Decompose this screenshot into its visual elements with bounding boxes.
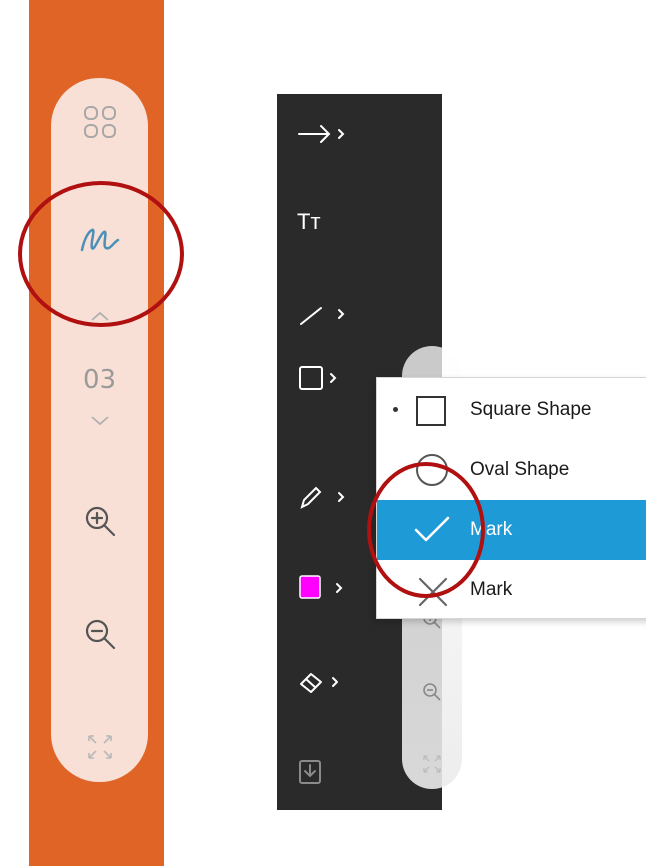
eraser-tool-icon[interactable] xyxy=(297,662,357,702)
fit-screen-icon[interactable] xyxy=(51,730,148,764)
text-tool-label: Tт xyxy=(297,209,321,234)
menu-item-square-shape[interactable]: Square Shape xyxy=(377,380,646,440)
line-tool-icon[interactable] xyxy=(297,294,357,334)
grid-icon[interactable] xyxy=(51,104,148,140)
text-tool-icon[interactable]: Tт xyxy=(297,202,357,242)
color-swatch-icon[interactable] xyxy=(297,568,357,608)
menu-item-label: Oval Shape xyxy=(470,459,570,480)
zoom-out-icon[interactable] xyxy=(51,614,148,654)
zoom-in-icon[interactable] xyxy=(51,501,148,541)
shape-tool-icon[interactable] xyxy=(297,358,357,398)
download-icon[interactable] xyxy=(297,752,357,792)
arrow-tool-icon[interactable] xyxy=(297,114,357,154)
chevron-down-icon[interactable] xyxy=(51,410,148,430)
menu-item-label: Mark xyxy=(470,579,513,600)
pencil-tool-icon[interactable] xyxy=(297,477,357,517)
page-number: 03 xyxy=(82,365,117,395)
menu-item-label: Square Shape xyxy=(470,399,592,420)
ghost-fit-screen-icon xyxy=(422,754,442,778)
ghost-zoom-out-icon xyxy=(420,680,444,708)
selected-dot-icon xyxy=(393,407,398,412)
square-icon xyxy=(416,396,446,426)
annotation-circle-mark xyxy=(367,462,485,598)
annotation-circle-pen xyxy=(18,181,184,327)
